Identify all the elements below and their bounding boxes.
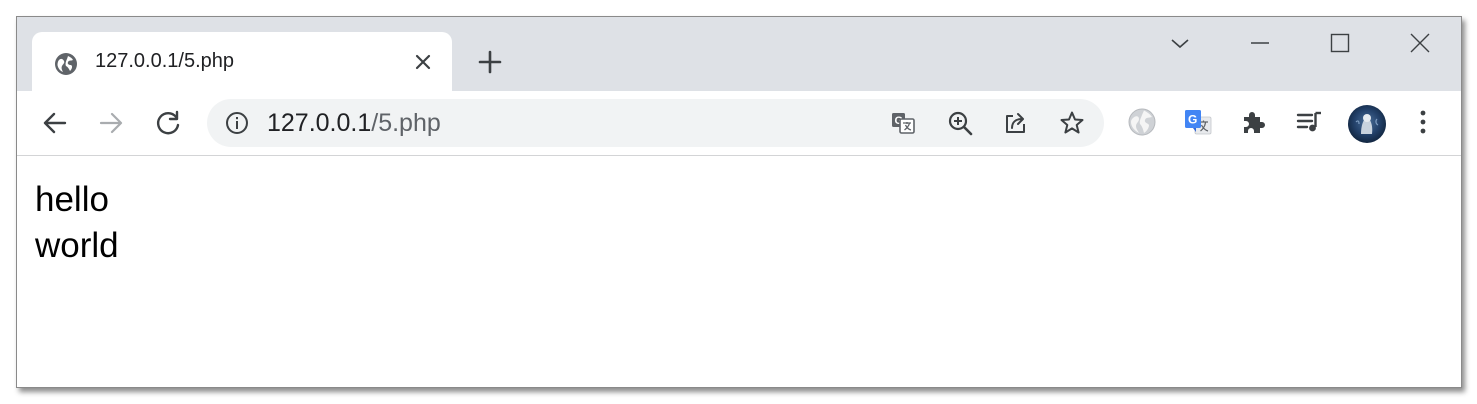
svg-text:G: G	[1188, 113, 1197, 127]
page-text-line-1: hello	[35, 180, 109, 219]
tab-active[interactable]: 127.0.0.1/5.php	[32, 32, 452, 92]
toolbar: 127.0.0.1/5.php G G	[17, 91, 1461, 156]
url-host: 127.0.0.1	[267, 109, 372, 137]
avatar[interactable]	[1347, 104, 1387, 144]
back-arrow-icon[interactable]	[41, 109, 69, 137]
tab-close-icon[interactable]	[412, 51, 434, 73]
bookmark-star-icon[interactable]	[1059, 110, 1085, 136]
kebab-menu-icon[interactable]	[1408, 107, 1438, 137]
zoom-in-icon[interactable]	[947, 110, 973, 136]
media-queue-icon[interactable]	[1295, 107, 1325, 137]
forward-arrow-icon[interactable]	[97, 109, 125, 137]
tab-strip: 127.0.0.1/5.php	[17, 17, 1461, 92]
minimize-icon[interactable]	[1248, 31, 1272, 55]
google-translate-icon[interactable]: G	[1183, 107, 1213, 137]
translate-icon[interactable]: G	[890, 110, 916, 136]
url-path: /5.php	[371, 109, 441, 137]
tab-search-chevron-down-icon[interactable]	[1168, 31, 1192, 55]
page-content: hello world	[35, 177, 119, 269]
share-icon[interactable]	[1003, 110, 1029, 136]
url-text[interactable]: 127.0.0.1/5.php	[267, 109, 441, 138]
globe-extension-icon[interactable]	[1127, 107, 1157, 137]
address-bar[interactable]: 127.0.0.1/5.php G	[207, 99, 1104, 147]
new-tab-button[interactable]	[477, 49, 503, 75]
maximize-icon[interactable]	[1328, 31, 1352, 55]
info-icon[interactable]	[225, 111, 249, 135]
globe-icon	[55, 53, 77, 75]
reload-icon[interactable]	[154, 109, 182, 137]
tab-title: 127.0.0.1/5.php	[95, 50, 235, 72]
browser-window: 127.0.0.1/5.php 127.0.0.1/5.php G G hell…	[16, 16, 1462, 388]
page-text-line-2: world	[35, 226, 119, 265]
close-window-icon[interactable]	[1408, 31, 1432, 55]
extensions-puzzle-icon[interactable]	[1239, 107, 1269, 137]
